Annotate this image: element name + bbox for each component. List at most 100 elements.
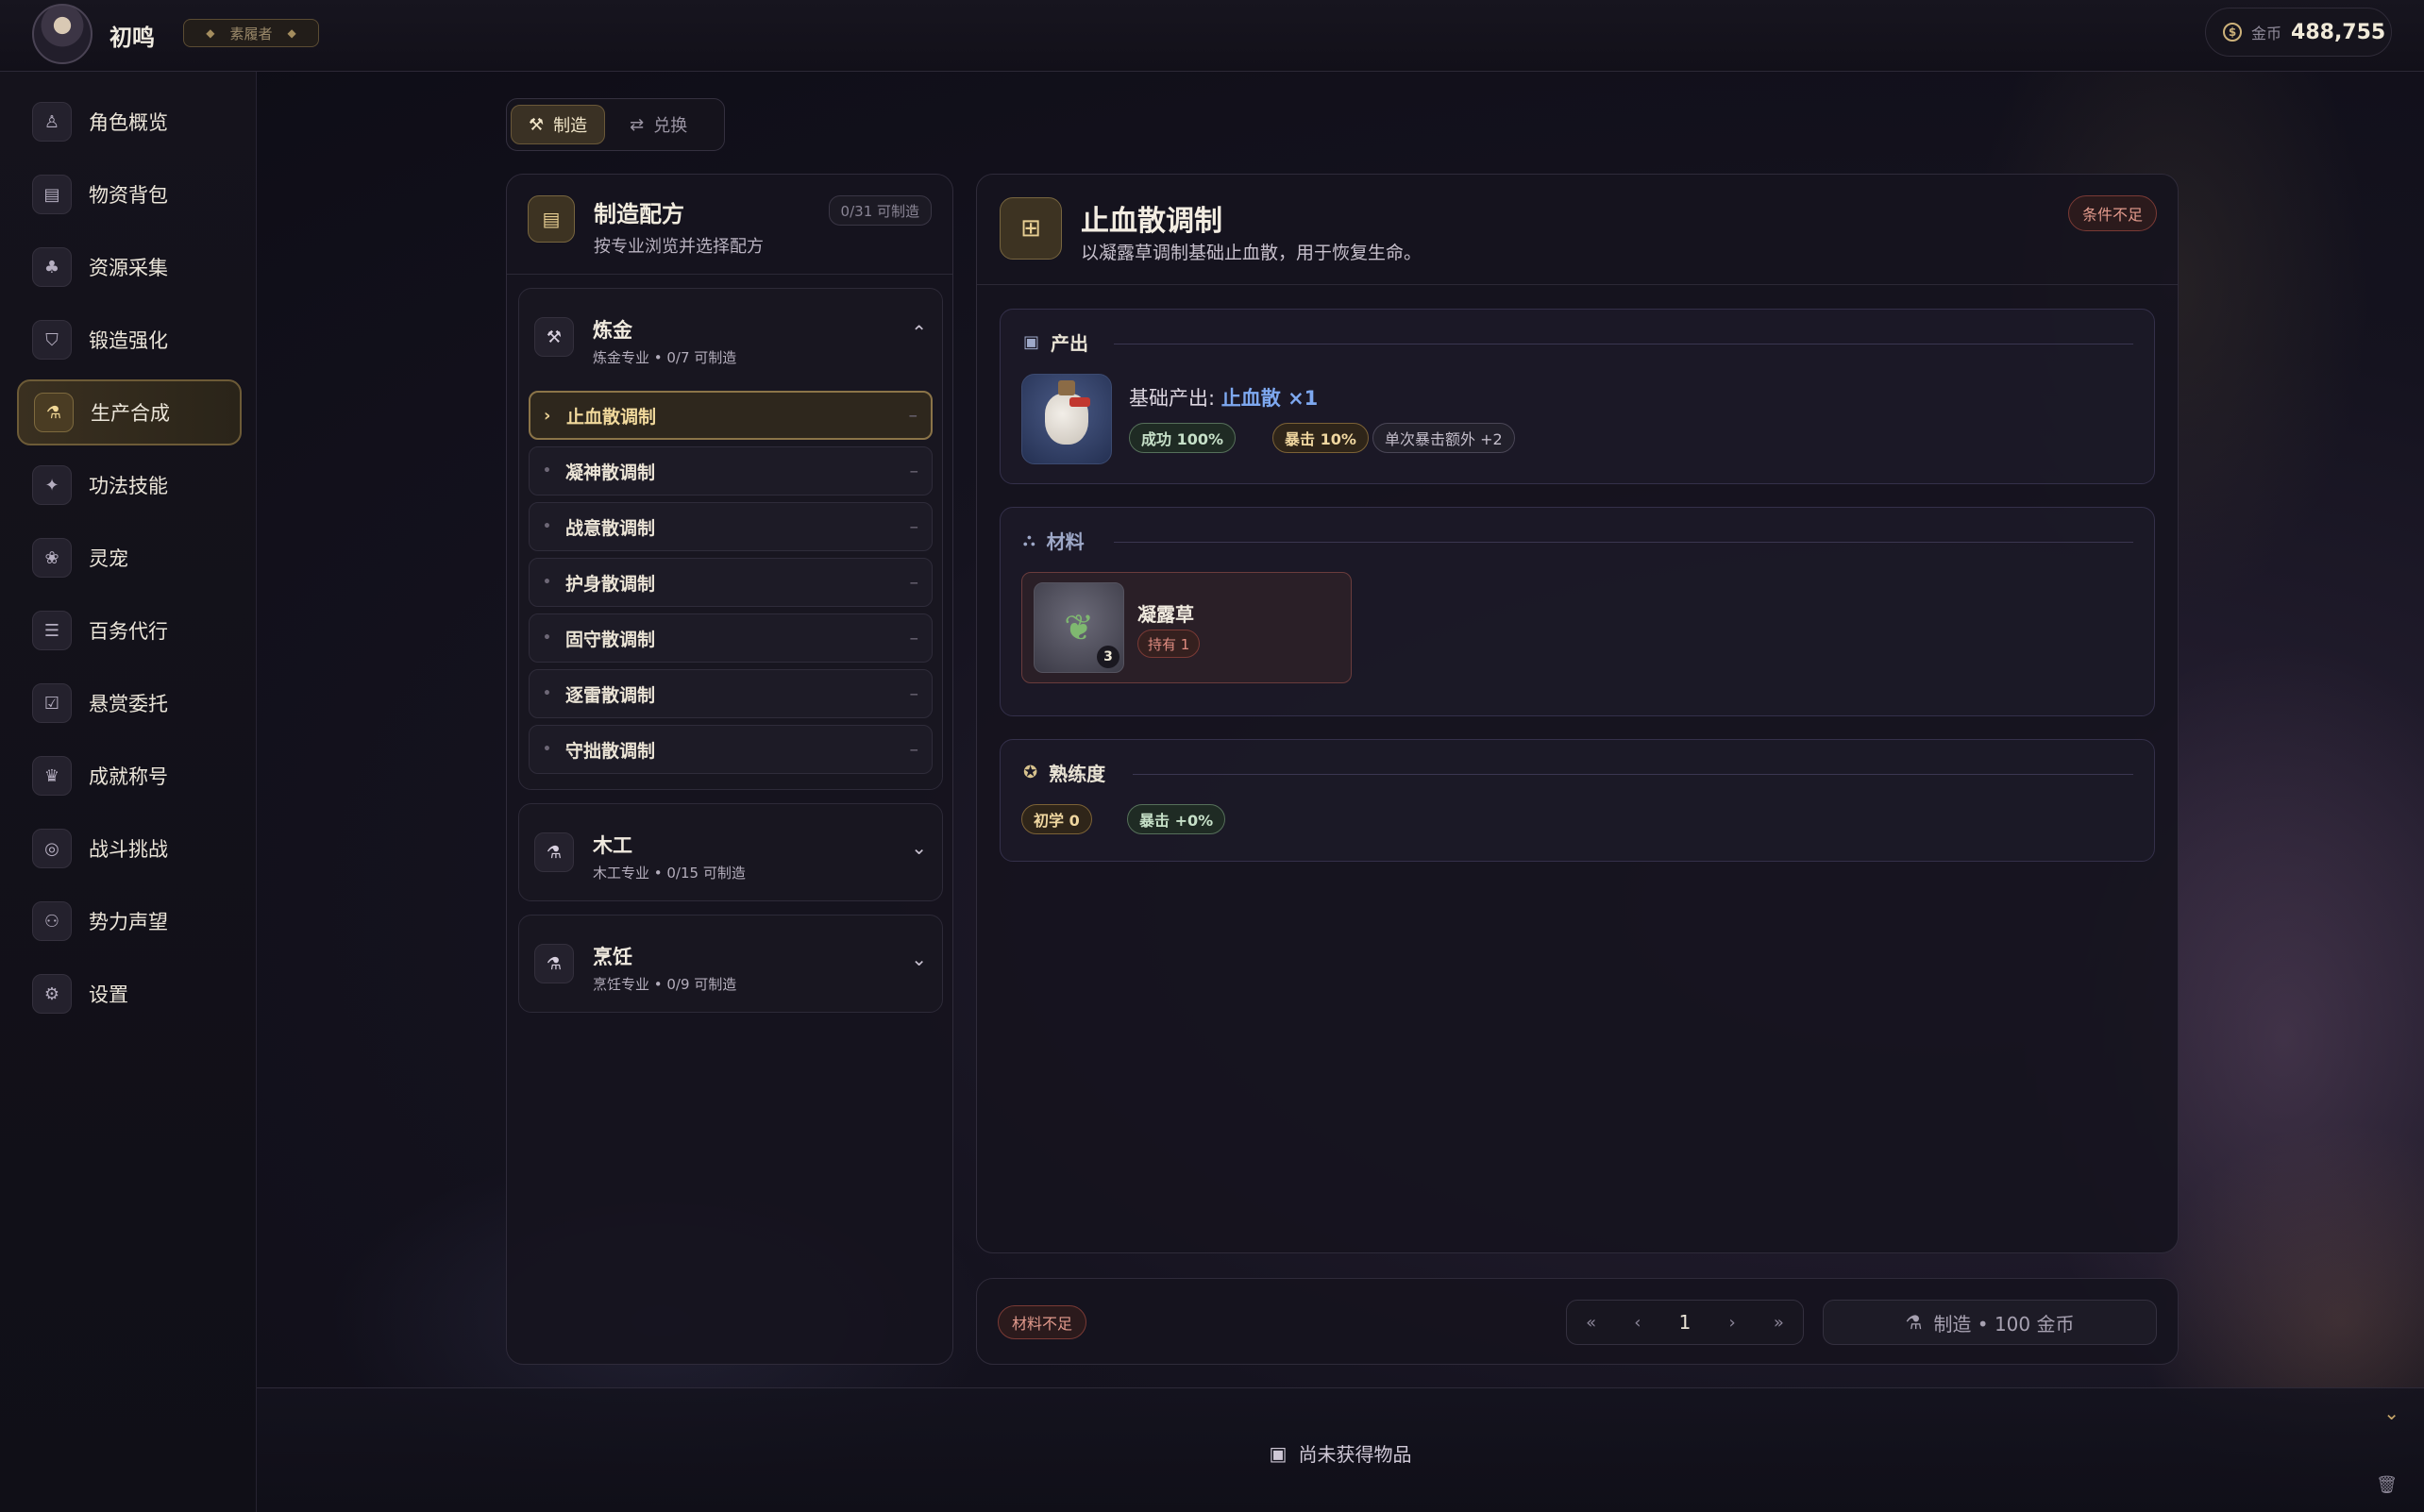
craft-button[interactable]: ⚗ 制造 • 100 金币 [1823,1300,2157,1345]
medicine-box-icon: ⊞ [1000,197,1062,260]
sidebar-item-inventory[interactable]: ▤ 物资背包 [17,161,242,227]
material-card[interactable]: ❦ 3 凝露草 持有 1 [1021,572,1352,683]
section-label: 材料 [1046,530,1085,553]
sidebar-item-tasks[interactable]: ☰ 百务代行 [17,597,242,664]
bullet-icon: • [543,463,551,479]
player-title-badge[interactable]: ◆ 素履者 ◆ [183,19,319,47]
chevron-down-icon[interactable]: ⌄ [911,948,927,970]
trophy-icon: ♛ [32,756,72,796]
recipe-item[interactable]: • 逐雷散调制 – [529,669,933,718]
empty-state-text: 尚未获得物品 [1298,1443,1412,1466]
sidebar-item-bounties[interactable]: ☑ 悬赏委托 [17,670,242,736]
recipe-item[interactable]: • 固守散调制 – [529,613,933,663]
medal-icon: ✪ [1023,763,1038,782]
empty-state: ▣ 尚未获得物品 [257,1439,2424,1467]
proficiency-crit-chip: 暴击 +0% [1127,804,1226,834]
prev-page-icon[interactable]: ‹ [1634,1313,1641,1333]
recipe-item[interactable]: • 凝神散调制 – [529,446,933,496]
box-icon: ▣ [1269,1441,1288,1465]
potion-bottle-icon [1045,380,1090,445]
sidebar-item-reputation[interactable]: ⚇ 势力声望 [17,888,242,954]
page-number[interactable]: 1 [1679,1311,1692,1334]
chevron-down-icon[interactable]: ⌄ [911,836,927,859]
recipes-panel-title: 制造配方 [594,201,684,227]
tools-icon: ⚒ [534,317,574,357]
sidebar-item-settings[interactable]: ⚙ 设置 [17,961,242,1027]
sidebar-item-skills[interactable]: ✦ 功法技能 [17,452,242,518]
box-icon: ▣ [1023,332,1040,352]
sidebar-item-label: 锻造强化 [89,329,168,352]
recipe-status: – [909,461,919,481]
player-avatar[interactable] [32,4,93,64]
base-output: 基础产出: 止血散 ×1 [1129,383,1318,412]
next-page-icon[interactable]: › [1729,1313,1736,1333]
chevron-right-icon: › [544,405,551,426]
sidebar-item-pets[interactable]: ❀ 灵宠 [17,525,242,591]
category-cooking: ⚗ 烹饪 烹饪专业 • 0/9 可制造 ⌄ [518,915,943,1013]
category-header[interactable]: ⚗ 木工 木工专业 • 0/15 可制造 ⌄ [519,804,942,900]
coin-icon: $ [2223,23,2242,42]
section-header: ▣ 产出 [1023,328,1088,356]
gold-balance: $ 金币 488,755 [2205,8,2392,57]
bullet-icon: • [543,630,551,646]
section-header: ✪ 熟练度 [1023,759,1105,786]
clipboard-icon: ☑ [32,683,72,723]
divider [1114,542,2133,543]
recipe-name: 逐雷散调制 [565,684,656,706]
category-header[interactable]: ⚗ 烹饪 烹饪专业 • 0/9 可制造 ⌄ [519,916,942,1012]
player-title-text: 素履者 [229,25,273,42]
output-item-link[interactable]: 止血散 ×1 [1221,387,1319,410]
sidebar-item-achievements[interactable]: ♛ 成就称号 [17,743,242,809]
diamond-icon: ◆ [287,26,296,40]
recipe-item[interactable]: • 护身散调制 – [529,558,933,607]
chevron-down-icon[interactable]: ⌄ [2383,1402,2399,1424]
product-image[interactable] [1021,374,1112,464]
materials-section: ⛬ 材料 ❦ 3 凝露草 持有 1 [1000,507,2155,716]
sidebar-item-combat[interactable]: ◎ 战斗挑战 [17,815,242,882]
recipe-item[interactable]: • 战意散调制 – [529,502,933,551]
bullet-icon: • [543,575,551,590]
proficiency-section: ✪ 熟练度 初学 0 暴击 +0% [1000,739,2155,862]
recipe-name: 固守散调制 [565,629,656,650]
tab-craft[interactable]: ⚒ 制造 [511,105,606,144]
recipe-status: – [909,572,919,593]
material-held-badge: 持有 1 [1137,630,1201,658]
recipe-detail-panel: ⊞ 止血散调制 以凝露草调制基础止血散，用于恢复生命。 条件不足 ▣ 产出 基础… [976,174,2179,1253]
recipe-item[interactable]: › 止血散调制 – [529,391,933,440]
sidebar-item-label: 角色概览 [89,111,168,134]
material-required-qty: 3 [1097,646,1119,668]
craft-button-label: 制造 • 100 金币 [1933,1312,2075,1336]
swap-icon: ⇄ [630,114,645,135]
trash-icon[interactable]: 🗑 [2376,1475,2398,1495]
first-page-icon[interactable]: « [1586,1313,1596,1333]
category-header[interactable]: ⚒ 炼金 炼金专业 • 0/7 可制造 ⌃ [519,289,942,385]
recipes-panel: ▤ 制造配方 按专业浏览并选择配方 0/31 可制造 ⚒ 炼金 炼金专业 • 0… [506,174,953,1365]
tab-label: 制造 [553,116,588,136]
sidebar-item-crafting[interactable]: ⚗ 生产合成 [17,379,242,445]
sidebar-item-character[interactable]: ♙ 角色概览 [17,89,242,155]
proficiency-level-chip: 初学 0 [1021,804,1092,834]
material-status-badge: 材料不足 [998,1305,1087,1339]
status-badge: 条件不足 [2067,195,2157,231]
material-name: 凝露草 [1137,603,1194,626]
bullet-icon: • [543,742,551,757]
shield-icon: ⛉ [32,320,72,360]
chevron-up-icon[interactable]: ⌃ [911,321,927,344]
category-alchemy: ⚒ 炼金 炼金专业 • 0/7 可制造 ⌃ › 止血散调制 – • 凝神散调制 … [518,288,943,790]
last-page-icon[interactable]: » [1774,1313,1784,1333]
recipe-title: 止血散调制 [1081,205,1222,238]
sidebar-item-label: 资源采集 [89,257,168,279]
player-name: 初鸣 [109,25,155,51]
recipe-status: – [909,683,919,704]
sidebar-item-label: 功法技能 [89,475,168,497]
recipe-item[interactable]: • 守拙散调制 – [529,725,933,774]
divider [977,284,2178,285]
recipe-status: – [909,628,919,648]
recipe-status: – [908,405,918,426]
craftable-count-badge: 0/31 可制造 [828,195,932,226]
sidebar-item-gathering[interactable]: ♣ 资源采集 [17,234,242,300]
recipes-panel-header: ▤ 制造配方 按专业浏览并选择配方 0/31 可制造 [507,175,952,275]
tab-exchange[interactable]: ⇄ 兑换 [613,105,704,144]
category-meta: 炼金专业 • 0/7 可制造 [593,349,737,366]
sidebar-item-forging[interactable]: ⛉ 锻造强化 [17,307,242,373]
